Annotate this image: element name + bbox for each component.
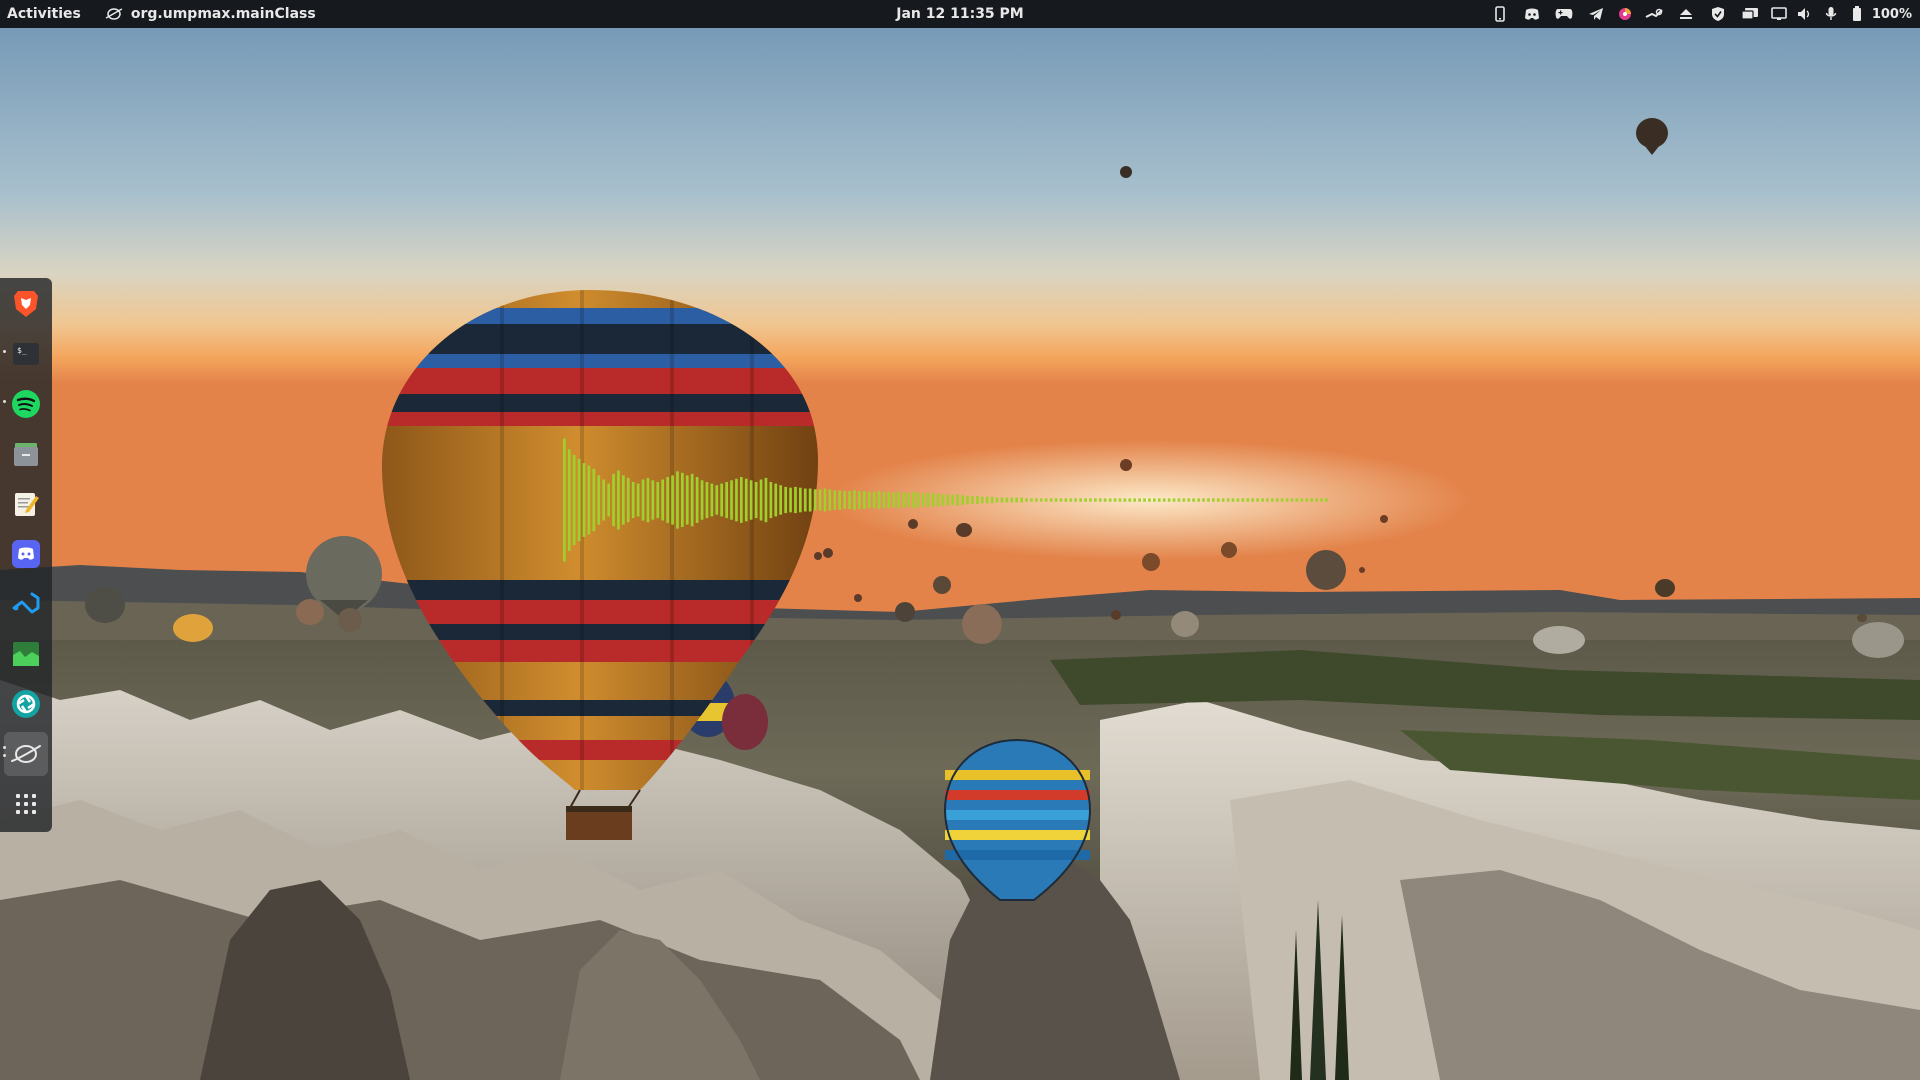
app-grid-icon	[16, 794, 36, 814]
gamepad-icon[interactable]	[1548, 0, 1580, 28]
battery-percentage: 100%	[1871, 6, 1912, 22]
telegram-icon[interactable]	[1580, 0, 1612, 28]
dock-item-text-editor[interactable]	[4, 482, 48, 526]
dash-dock: $_	[0, 278, 52, 832]
dock-item-terminal[interactable]: $_	[4, 332, 48, 376]
spotify-icon	[12, 390, 40, 418]
dock-item-brave[interactable]	[4, 282, 48, 326]
umpmax-app-icon	[105, 8, 123, 20]
discord-tray-icon[interactable]	[1516, 0, 1548, 28]
text-editor-icon	[15, 493, 39, 516]
app-menu[interactable]: org.umpmax.mainClass	[105, 0, 316, 28]
vscode-icon	[12, 592, 40, 614]
umpmax-icon	[11, 745, 41, 763]
brave-icon	[14, 291, 38, 317]
color-picker-icon[interactable]	[1612, 0, 1638, 28]
dock-item-spotify[interactable]	[4, 382, 48, 426]
phone-icon[interactable]	[1484, 0, 1516, 28]
discord-icon	[12, 540, 40, 568]
focused-app-title: org.umpmax.mainClass	[130, 6, 316, 22]
dock-item-files[interactable]	[4, 432, 48, 476]
dock-item-ark-cleaner[interactable]	[4, 682, 48, 726]
vpn-shield-icon[interactable]	[1702, 0, 1734, 28]
dock-item-umpmax[interactable]	[4, 732, 48, 776]
activities-button[interactable]: Activities	[0, 0, 89, 28]
dock-item-vscode[interactable]	[4, 582, 48, 626]
svg-text:$_: $_	[17, 346, 27, 355]
desktop-wallpaper	[0, 0, 1920, 1080]
dock-item-discord[interactable]	[4, 532, 48, 576]
date-time-menu[interactable]: Jan 12 11:35 PM	[896, 0, 1023, 28]
terminal-icon: $_	[13, 343, 39, 365]
show-applications-button[interactable]	[4, 782, 48, 826]
dock-item-system-monitor[interactable]	[4, 632, 48, 676]
system-tray: 100%	[1484, 0, 1912, 28]
volume-icon[interactable]	[1792, 0, 1818, 28]
steam-icon[interactable]	[1638, 0, 1670, 28]
cleaner-icon	[12, 690, 40, 718]
screen-icon[interactable]	[1766, 0, 1792, 28]
files-icon	[14, 443, 38, 466]
eject-icon[interactable]	[1670, 0, 1702, 28]
display-icon[interactable]	[1734, 0, 1766, 28]
microphone-icon[interactable]	[1818, 0, 1844, 28]
system-monitor-icon	[13, 642, 39, 666]
battery-icon[interactable]	[1844, 0, 1870, 28]
top-panel: Activities org.umpmax.mainClass Jan 12 1…	[0, 0, 1920, 28]
